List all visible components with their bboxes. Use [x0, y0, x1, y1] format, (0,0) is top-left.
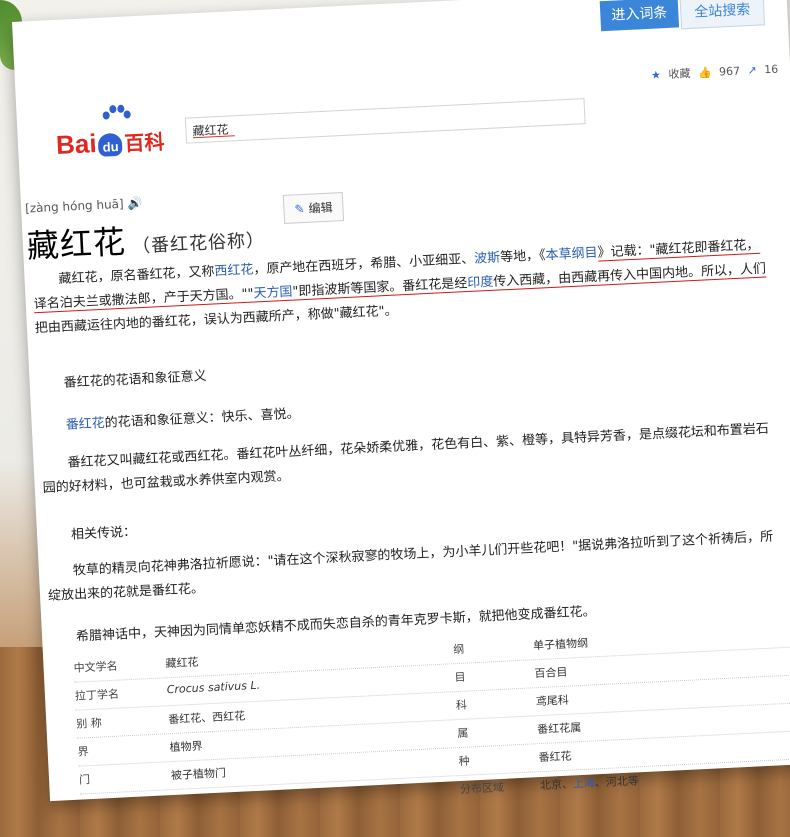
star-icon[interactable]: ★	[651, 68, 661, 81]
share-icon[interactable]: ↗	[747, 64, 757, 77]
collect-link[interactable]: 收藏	[668, 67, 691, 81]
link-xihonghua[interactable]: 西红花	[214, 263, 254, 280]
entry-actions: ★ 收藏 👍 967 ↗ 16	[647, 61, 779, 83]
link-bosi[interactable]: 波斯	[474, 250, 501, 266]
printed-page: 进入词条 全站搜索 Bai du 百科 藏红花 ★ 收藏 👍 967 ↗ 16 [z…	[12, 0, 790, 802]
baidu-baike-logo[interactable]: Bai du 百科	[55, 125, 165, 161]
link-fanhonghua[interactable]: 番红花	[65, 416, 105, 433]
link-yindu[interactable]: 印度	[466, 274, 494, 293]
pinyin: [zàng hóng huā] 🔊	[24, 195, 143, 216]
paw-icon	[102, 104, 131, 123]
like-count: 967	[718, 64, 741, 79]
link-bencaogangmu[interactable]: 本草纲目	[545, 246, 598, 264]
pencil-icon: ✎	[294, 201, 305, 217]
thumbs-up-icon[interactable]: 👍	[698, 66, 712, 80]
title-subtitle: （番红花俗称）	[131, 229, 266, 258]
share-count: 16	[763, 62, 779, 77]
speaker-icon[interactable]: 🔊	[127, 196, 143, 211]
link-shanghai[interactable]: 上海	[573, 776, 596, 790]
search-input[interactable]: 藏红花	[184, 98, 586, 144]
edit-button[interactable]: ✎ 编辑	[282, 192, 345, 224]
link-tianfangguo[interactable]: 天方国	[253, 284, 293, 303]
site-search-button[interactable]: 全站搜索	[679, 0, 766, 30]
enter-entry-button[interactable]: 进入词条	[599, 0, 680, 32]
